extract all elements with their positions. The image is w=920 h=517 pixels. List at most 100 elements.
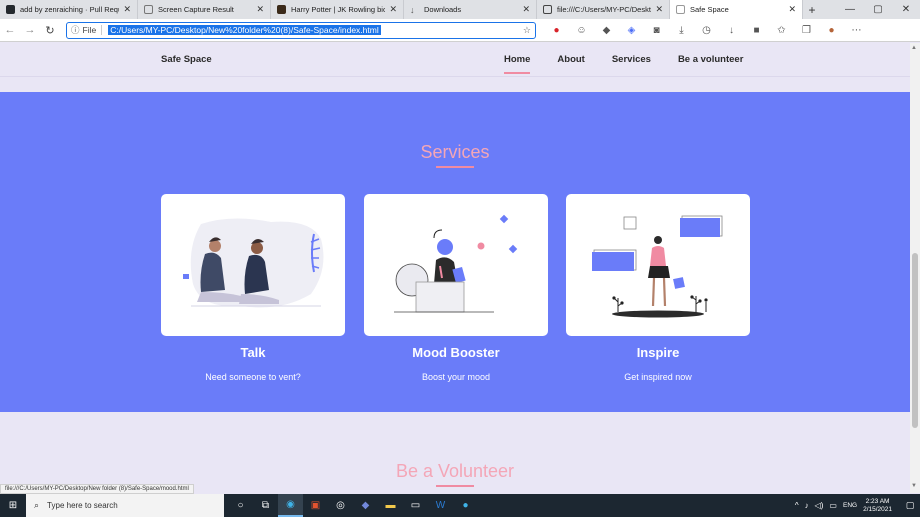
chrome-icon[interactable]: ◎ bbox=[328, 494, 353, 517]
notification-icon[interactable]: ▢ bbox=[900, 500, 920, 511]
page-favicon-icon bbox=[277, 5, 286, 14]
clock-date: 2/15/2021 bbox=[863, 505, 892, 513]
taskbar-search[interactable]: ⌕ Type here to search bbox=[26, 494, 224, 517]
window-controls: — ▢ ✕ bbox=[836, 4, 920, 15]
opera-icon[interactable]: ● bbox=[544, 25, 569, 36]
card-subtitle-mood-booster: Boost your mood bbox=[421, 372, 491, 382]
tab-safe-space[interactable]: Safe Space ✕ bbox=[670, 0, 803, 19]
tab-label: Screen Capture Result bbox=[158, 5, 234, 14]
app-icon[interactable]: ● bbox=[453, 494, 478, 517]
discord-icon[interactable]: ◆ bbox=[353, 494, 378, 517]
service-card-mood-booster[interactable] bbox=[364, 194, 548, 336]
clock-icon bbox=[144, 5, 153, 14]
favorites-icon[interactable]: ✩ bbox=[769, 25, 794, 36]
volunteer-title: Be a Volunteer bbox=[395, 461, 515, 481]
volume-icon[interactable]: ◁) bbox=[815, 501, 824, 510]
back-icon[interactable]: ← bbox=[0, 24, 20, 36]
nav-volunteer[interactable]: Be a volunteer bbox=[678, 54, 743, 65]
terminal-icon[interactable]: ▭ bbox=[403, 494, 428, 517]
avatar-icon[interactable]: ● bbox=[819, 25, 844, 36]
webpage: Safe Space Home About Services Be a volu… bbox=[0, 43, 910, 493]
service-card-talk[interactable] bbox=[161, 194, 345, 336]
taskbar-clock[interactable]: 2:23 AM 2/15/2021 bbox=[863, 498, 892, 514]
tab-label: add by zenraiching · Pull Reque bbox=[20, 5, 120, 14]
close-icon[interactable]: ✕ bbox=[522, 4, 530, 15]
scroll-down-icon[interactable]: ▼ bbox=[911, 483, 917, 489]
forward-icon[interactable]: → bbox=[20, 24, 40, 36]
tab-downloads[interactable]: ↓ Downloads ✕ bbox=[404, 0, 537, 19]
address-url[interactable]: C:/Users/MY-PC/Desktop/New%20folder%20(8… bbox=[108, 25, 381, 35]
new-tab-button[interactable]: + bbox=[803, 3, 821, 17]
microphone-icon[interactable]: ♪ bbox=[805, 501, 809, 510]
inspire-illustration bbox=[592, 215, 723, 318]
language-indicator[interactable]: ENG bbox=[843, 502, 857, 509]
page-scrollbar[interactable]: ▲ ▼ bbox=[910, 43, 920, 493]
nav-home[interactable]: Home bbox=[504, 54, 531, 74]
minimize-button[interactable]: — bbox=[836, 4, 864, 15]
edge-icon[interactable]: ◉ bbox=[278, 494, 303, 517]
site-brand[interactable]: Safe Space bbox=[161, 54, 212, 65]
title-underline bbox=[436, 166, 474, 168]
word-icon[interactable]: W bbox=[428, 494, 453, 517]
card-subtitle-talk: Need someone to vent? bbox=[205, 372, 301, 382]
browser-tab-strip: add by zenraiching · Pull Reque ✕ Screen… bbox=[0, 0, 920, 19]
address-bar[interactable]: ⓘ File C:/Users/MY-PC/Desktop/New%20fold… bbox=[66, 21, 536, 39]
windows-start-icon[interactable]: ⊞ bbox=[0, 500, 26, 511]
file-icon bbox=[543, 5, 552, 14]
close-icon[interactable]: ✕ bbox=[655, 4, 663, 15]
services-section: Services Talk Need someone to vent? Mood… bbox=[0, 92, 910, 412]
tab-file-folder[interactable]: file:///C:/Users/MY-PC/Desktop ✕ bbox=[537, 0, 670, 19]
tab-label: Safe Space bbox=[690, 5, 729, 14]
mood-booster-illustration bbox=[394, 214, 518, 313]
info-icon[interactable]: ⓘ bbox=[71, 24, 80, 36]
windows-taskbar: ⊞ ⌕ Type here to search ○ ⧉ ◉ ▣ ◎ ◆ ▬ ▭ … bbox=[0, 494, 920, 517]
page-icon bbox=[676, 5, 685, 14]
download-icon[interactable]: ⤓ bbox=[669, 25, 694, 36]
maximize-button[interactable]: ▢ bbox=[864, 4, 892, 15]
nav-links: Home About Services Be a volunteer bbox=[504, 54, 770, 74]
refresh-icon[interactable]: ↻ bbox=[40, 24, 60, 37]
nav-services[interactable]: Services bbox=[612, 54, 651, 65]
tab-label: Downloads bbox=[424, 5, 462, 14]
history-icon[interactable]: ◷ bbox=[694, 25, 719, 36]
tab-github[interactable]: add by zenraiching · Pull Reque ✕ bbox=[0, 0, 138, 19]
file-explorer-icon[interactable]: ▬ bbox=[378, 494, 403, 517]
favorite-star-icon[interactable]: ☆ bbox=[523, 25, 531, 36]
close-icon[interactable]: ✕ bbox=[389, 4, 397, 15]
nav-about[interactable]: About bbox=[557, 54, 584, 65]
services-title: Services bbox=[420, 142, 490, 162]
tab-label: file:///C:/Users/MY-PC/Desktop bbox=[557, 5, 652, 14]
more-icon[interactable]: ⋯ bbox=[844, 25, 869, 36]
emoji-icon[interactable]: ☺ bbox=[569, 25, 594, 36]
collections-icon[interactable]: ❐ bbox=[794, 25, 819, 36]
chevron-up-icon[interactable]: ^ bbox=[795, 501, 799, 510]
extension-icon[interactable]: ■ bbox=[744, 25, 769, 36]
search-placeholder: Type here to search bbox=[47, 501, 118, 510]
extension-icon[interactable]: ◆ bbox=[594, 25, 619, 36]
close-icon[interactable]: ✕ bbox=[123, 4, 131, 15]
cortana-icon[interactable]: ○ bbox=[228, 494, 253, 517]
download-icon[interactable]: ↓ bbox=[719, 25, 744, 36]
address-scheme: File bbox=[83, 25, 103, 35]
taskbar-apps: ○ ⧉ ◉ ▣ ◎ ◆ ▬ ▭ W ● bbox=[228, 494, 478, 517]
scroll-up-icon[interactable]: ▲ bbox=[911, 45, 917, 51]
network-icon[interactable]: ▭ bbox=[829, 501, 837, 510]
extension-icon[interactable]: ◈ bbox=[619, 25, 644, 36]
tab-label: Harry Potter | JK Rowling biogr bbox=[291, 5, 386, 14]
task-view-icon[interactable]: ⧉ bbox=[253, 494, 278, 517]
title-underline bbox=[436, 485, 474, 487]
scrollbar-thumb[interactable] bbox=[912, 253, 918, 428]
service-card-inspire[interactable] bbox=[566, 194, 750, 336]
powerpoint-icon[interactable]: ▣ bbox=[303, 494, 328, 517]
tab-harry-potter[interactable]: Harry Potter | JK Rowling biogr ✕ bbox=[271, 0, 404, 19]
close-icon[interactable]: ✕ bbox=[256, 4, 264, 15]
close-window-button[interactable]: ✕ bbox=[892, 4, 920, 15]
github-icon bbox=[6, 5, 15, 14]
talk-illustration bbox=[183, 218, 324, 308]
close-icon[interactable]: ✕ bbox=[788, 4, 796, 15]
tab-screen-capture[interactable]: Screen Capture Result ✕ bbox=[138, 0, 271, 19]
site-navbar: Safe Space Home About Services Be a volu… bbox=[0, 43, 910, 77]
clock-time: 2:23 AM bbox=[865, 497, 890, 505]
camera-icon[interactable]: ◙ bbox=[644, 25, 669, 36]
card-title-talk: Talk bbox=[240, 345, 266, 360]
